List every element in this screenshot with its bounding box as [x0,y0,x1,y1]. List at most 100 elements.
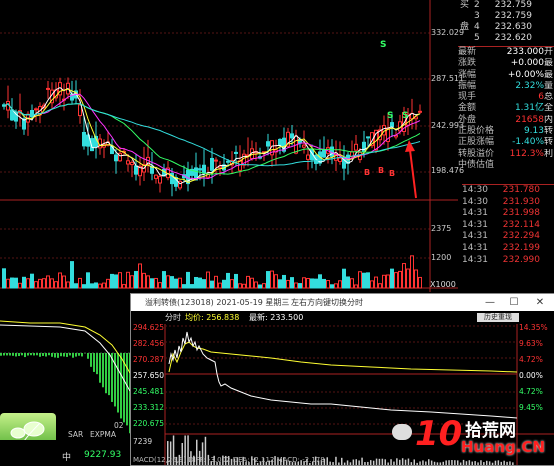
kline-canvas[interactable] [0,0,458,292]
stat-row: 金额1.31亿全 [458,103,554,114]
stat-key: 正股价格 [458,126,496,137]
stat-key: 正股涨幅 [458,137,496,148]
order-book-row[interactable]: 5232.620 [460,33,554,44]
stats-table: 最新233.000开 涨跌+0.000最 涨幅+0.00%最 振幅2.32%量 … [458,46,554,171]
stat-tail [544,160,554,171]
volume-bar [199,278,202,288]
close-button[interactable]: ✕ [529,294,551,311]
volume-bar [291,278,294,288]
candle-body [115,155,118,161]
volume-bar [235,274,238,288]
volume-bar [391,269,394,288]
volume-bar [367,273,370,288]
stat-tail: 最 [544,58,554,69]
intraday-tab[interactable]: 分时 [165,311,181,324]
order-book-row[interactable]: 3232.759 [460,11,554,22]
stat-tail: 内 [544,115,554,126]
order-book-row[interactable]: 盘4232.630 [460,22,554,33]
volume-bar [343,269,346,288]
stat-value: 9.13 [496,126,544,137]
minimize-button[interactable]: — [479,294,501,311]
volume-bar [15,278,18,288]
watermark-logo: 10 拾荒网 Huang.CN [415,412,554,464]
stat-value: 1.31亿 [496,103,544,114]
indicator-bar [48,353,50,355]
volume-bar [139,264,142,288]
volume-bar [419,277,422,288]
indicator-pane[interactable]: SAR EXPMA 02 [0,293,130,464]
volume-bar [271,271,274,288]
candle-body [419,111,422,112]
indicator-bar [60,353,62,356]
volume-bar [243,284,246,288]
candle-body [83,133,86,146]
history-replay-button[interactable]: 历史重现 [477,313,519,322]
tab-sar[interactable]: SAR [68,430,83,439]
tab-suffix: 02 [114,421,124,430]
buy-signal-label: B [364,168,370,177]
order-book-row[interactable]: 买2232.759 [460,0,554,11]
maximize-button[interactable]: ☐ [503,294,525,311]
stat-row: 正股涨幅-1.40%转 [458,137,554,148]
macd-readout: MACD(12,26,9) DIFF: -3.002 DEA: -2.112 M… [133,456,325,464]
candle-body [135,166,138,174]
pct-level: 14.35% [519,323,548,332]
stat-value: 2.32% [496,81,544,92]
indicator-bar [96,353,98,374]
candle-body [199,169,202,170]
indicator-bar [81,353,83,356]
indicator-bar [93,353,95,372]
indicator-bar [87,353,89,359]
tick-time: 14:30 [462,185,492,197]
stat-key: 振幅 [458,81,496,92]
sell-signal-label: S [402,111,408,121]
avg-price-label: 均价: 256.838 [185,311,239,324]
wechat-icon [392,424,412,440]
stat-row: 涨跌+0.000最 [458,58,554,69]
pct-level: 0.00% [519,371,543,380]
index-value: 9227.93 [84,450,121,460]
indicator-bar [24,353,26,357]
kline-chart[interactable]: 332.029 287.511 242.993 198.476 2375 120… [0,0,458,292]
indicator-bar [117,353,119,413]
order-book-price: 232.759 [488,0,532,11]
volume-bar [111,274,114,288]
price-level: 233.312 [133,403,164,412]
candle-body [339,158,342,161]
tab-expma[interactable]: EXPMA [90,430,116,439]
tick-row: 14:30231.780 [462,185,554,197]
volume-bar [63,276,66,288]
indicator-bar [12,353,14,356]
price-level: 270.287 [133,355,164,364]
stat-value: 21658 [496,115,544,126]
order-book-level: 5 [474,33,488,44]
volume-bar [147,276,150,288]
stat-value: +0.00% [496,70,544,81]
volume-bar [311,279,314,288]
price-level: 282.456 [133,339,164,348]
volume-bar [39,279,42,288]
tick-price: 231.780 [492,185,540,197]
indicator-bar [102,353,104,387]
price-level: 294.625 [133,323,164,332]
volume-bar [179,278,182,288]
tick-time: 14:31 [462,231,492,243]
tick-price: 232.294 [492,231,540,243]
pct-level: 9.45% [519,403,543,412]
tick-list[interactable]: 14:30231.780 14:30231.930 14:31231.998 1… [462,184,554,266]
volume-bar [231,280,234,288]
volume-bar [163,272,166,288]
candle-body [11,110,14,120]
tick-time: 14:31 [462,220,492,232]
tick-row: 14:31232.294 [462,231,554,243]
candle-body [267,142,270,146]
volume-bar [187,272,190,288]
indicator-bar [114,353,116,406]
volume-bar [375,277,378,288]
candle-body [367,137,370,138]
volume-bar [275,275,278,288]
tick-row: 14:30231.930 [462,197,554,209]
volume-bar [47,276,50,288]
indicator-bar [120,353,122,418]
window-titlebar[interactable]: 溢利转债(123018) 2021-05-19 星期三 左右方向键切换分时 — … [131,294,554,311]
